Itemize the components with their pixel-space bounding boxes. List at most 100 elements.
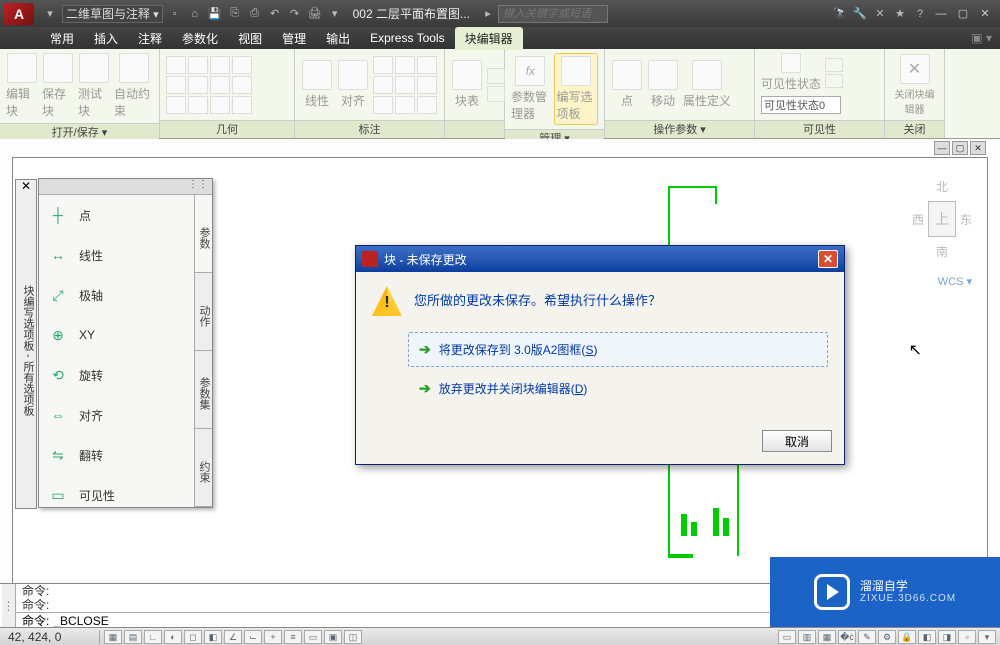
window-restore-button[interactable]: ▢ [953,6,973,22]
tool-vis-state[interactable]: 可见性状态 [761,53,821,92]
tool-point[interactable]: 点 [611,60,643,109]
tab-output[interactable]: 输出 [316,27,360,50]
tool-edit-block[interactable]: 编辑块 [6,53,38,119]
grid-toggle[interactable]: ▤ [124,630,142,644]
exchange-icon[interactable]: ✕ [871,5,889,23]
side-tab-actions[interactable]: 动作 [195,273,212,351]
tpy-toggle[interactable]: ▭ [304,630,322,644]
tool-close-block-editor[interactable]: ✕关闭块编辑器 [891,54,938,116]
ann-scale-toggle[interactable]: �ċ [838,630,856,644]
tab-manage[interactable]: 管理 [272,27,316,50]
qat-new-icon[interactable]: ▫ [166,5,184,23]
ducs-toggle[interactable]: ⌙ [244,630,262,644]
dialog-close-button[interactable]: ✕ [818,250,838,268]
title-arrow-icon[interactable]: ▸ [479,5,497,23]
geometry-grid[interactable] [166,56,252,114]
dialog-titlebar[interactable]: 块 - 未保存更改 ✕ [356,246,844,272]
tab-annotate[interactable]: 注释 [128,27,172,50]
panel-label[interactable]: 操作参数 ▾ [605,120,754,138]
snap-toggle[interactable]: ▦ [104,630,122,644]
binoculars-icon[interactable]: 🔭 [831,5,849,23]
doc-close-button[interactable]: ✕ [970,141,986,155]
ribbon-collapse-icon[interactable]: ▣ ▾ [971,31,1000,45]
workspace-selector[interactable]: 二维草图与注释 ▾ [62,5,163,23]
palette-header[interactable]: ⋮⋮ [39,179,212,195]
app-logo[interactable]: A [4,3,34,25]
palette-title-tab[interactable]: 块编写选项板 - 所有选项板 [15,179,37,509]
panel-label[interactable]: 标注 [295,120,444,138]
tab-parametric[interactable]: 参数化 [172,27,228,50]
cube-east[interactable]: 东 [960,211,972,228]
side-tab-constraints[interactable]: 约束 [195,429,212,507]
palette-item-flip[interactable]: ⇋翻转 [39,435,194,475]
ortho-toggle[interactable]: ∟ [144,630,162,644]
qat-print-icon[interactable]: 🖨 [306,5,324,23]
tool-authoring-palette[interactable]: 编写选项板 [554,53,599,125]
qat-open-icon[interactable]: ⌂ [186,5,204,23]
panel-label[interactable]: 几何 [160,120,294,138]
block-authoring-palette[interactable]: 块编写选项板 - 所有选项板 ✕ ⋮⋮ ┼点 ↔线性 ⤢极轴 ⊕XY ⟲旋转 ⇔… [38,178,213,508]
qat-save-icon[interactable]: 💾 [206,5,224,23]
lwt-toggle[interactable]: ≡ [284,630,302,644]
hw-toggle[interactable]: ◧ [918,630,936,644]
favorite-icon[interactable]: ★ [891,5,909,23]
qv-toggle[interactable]: ▦ [818,630,836,644]
tool-save-block[interactable]: 保存块 [42,53,74,119]
palette-item-point[interactable]: ┼点 [39,195,194,235]
palette-item-visibility[interactable]: ▭可见性 [39,475,194,507]
ws-toggle[interactable]: ⚙ [878,630,896,644]
tool-test-block[interactable]: 测试块 [78,53,110,119]
palette-item-linear[interactable]: ↔线性 [39,235,194,275]
qat-saveas-icon[interactable]: ⎘ [226,5,244,23]
lock-toggle[interactable]: 🔒 [898,630,916,644]
dialog-cancel-button[interactable]: 取消 [762,430,832,452]
dim-grid[interactable] [373,56,437,114]
layout-toggle[interactable]: ▥ [798,630,816,644]
ann-vis-toggle[interactable]: ✎ [858,630,876,644]
palette-item-xy[interactable]: ⊕XY [39,315,194,355]
sc-toggle[interactable]: ◫ [344,630,362,644]
tab-view[interactable]: 视图 [228,27,272,50]
qp-toggle[interactable]: ▣ [324,630,342,644]
iso-toggle[interactable]: ◨ [938,630,956,644]
side-tab-params[interactable]: 参数 [195,195,212,273]
tab-common[interactable]: 常用 [40,27,84,50]
command-handle-icon[interactable]: ⋮ [2,584,16,627]
window-close-button[interactable]: ✕ [975,6,995,22]
cube-south[interactable]: 南 [912,243,972,260]
doc-restore-button[interactable]: ▢ [952,141,968,155]
tool-attr-def[interactable]: 属性定义 [683,60,731,109]
view-cube[interactable]: 北 西 上 东 南 [912,178,972,260]
cube-face[interactable]: 上 [928,201,956,237]
help-search-input[interactable] [498,5,608,23]
qat-plot-icon[interactable]: ⎙ [246,5,264,23]
cube-west[interactable]: 西 [912,211,924,228]
palette-item-polar[interactable]: ⤢极轴 [39,275,194,315]
polar-toggle[interactable]: ◐ [164,630,182,644]
tool-linear-dim[interactable]: 线性 [301,60,333,109]
qat-dropdown-icon[interactable]: ▾ [41,5,59,23]
help-icon[interactable]: ? [911,5,929,23]
qat-undo-icon[interactable]: ↶ [266,5,284,23]
wcs-label[interactable]: WCS ▾ [938,275,972,288]
tray-toggle[interactable]: ▾ [978,630,996,644]
visibility-state-combo[interactable] [761,96,841,114]
key-icon[interactable]: 🔧 [851,5,869,23]
cube-north[interactable]: 北 [912,178,972,195]
coordinates-readout[interactable]: 42, 424, 0 [0,630,100,644]
tool-aligned-dim[interactable]: 对齐 [337,60,369,109]
tool-block-table[interactable]: 块表 [451,60,483,109]
osnap-toggle[interactable]: ◻ [184,630,202,644]
window-minimize-button[interactable]: — [931,6,951,22]
clean-toggle[interactable]: ▫ [958,630,976,644]
palette-item-align[interactable]: ⇔对齐 [39,395,194,435]
model-toggle[interactable]: ▭ [778,630,796,644]
dialog-option-discard[interactable]: ➔ 放弃更改并关闭块编辑器(D) [408,371,828,406]
tool-param-manager[interactable]: fx参数管理器 [511,56,550,122]
palette-close-icon[interactable]: ✕ [15,177,37,195]
side-tab-param-sets[interactable]: 参数集 [195,351,212,429]
osnap3d-toggle[interactable]: ◧ [204,630,222,644]
doc-minimize-button[interactable]: — [934,141,950,155]
tool-auto-constrain[interactable]: 自动约束 [114,53,153,119]
qat-redo-icon[interactable]: ↷ [286,5,304,23]
